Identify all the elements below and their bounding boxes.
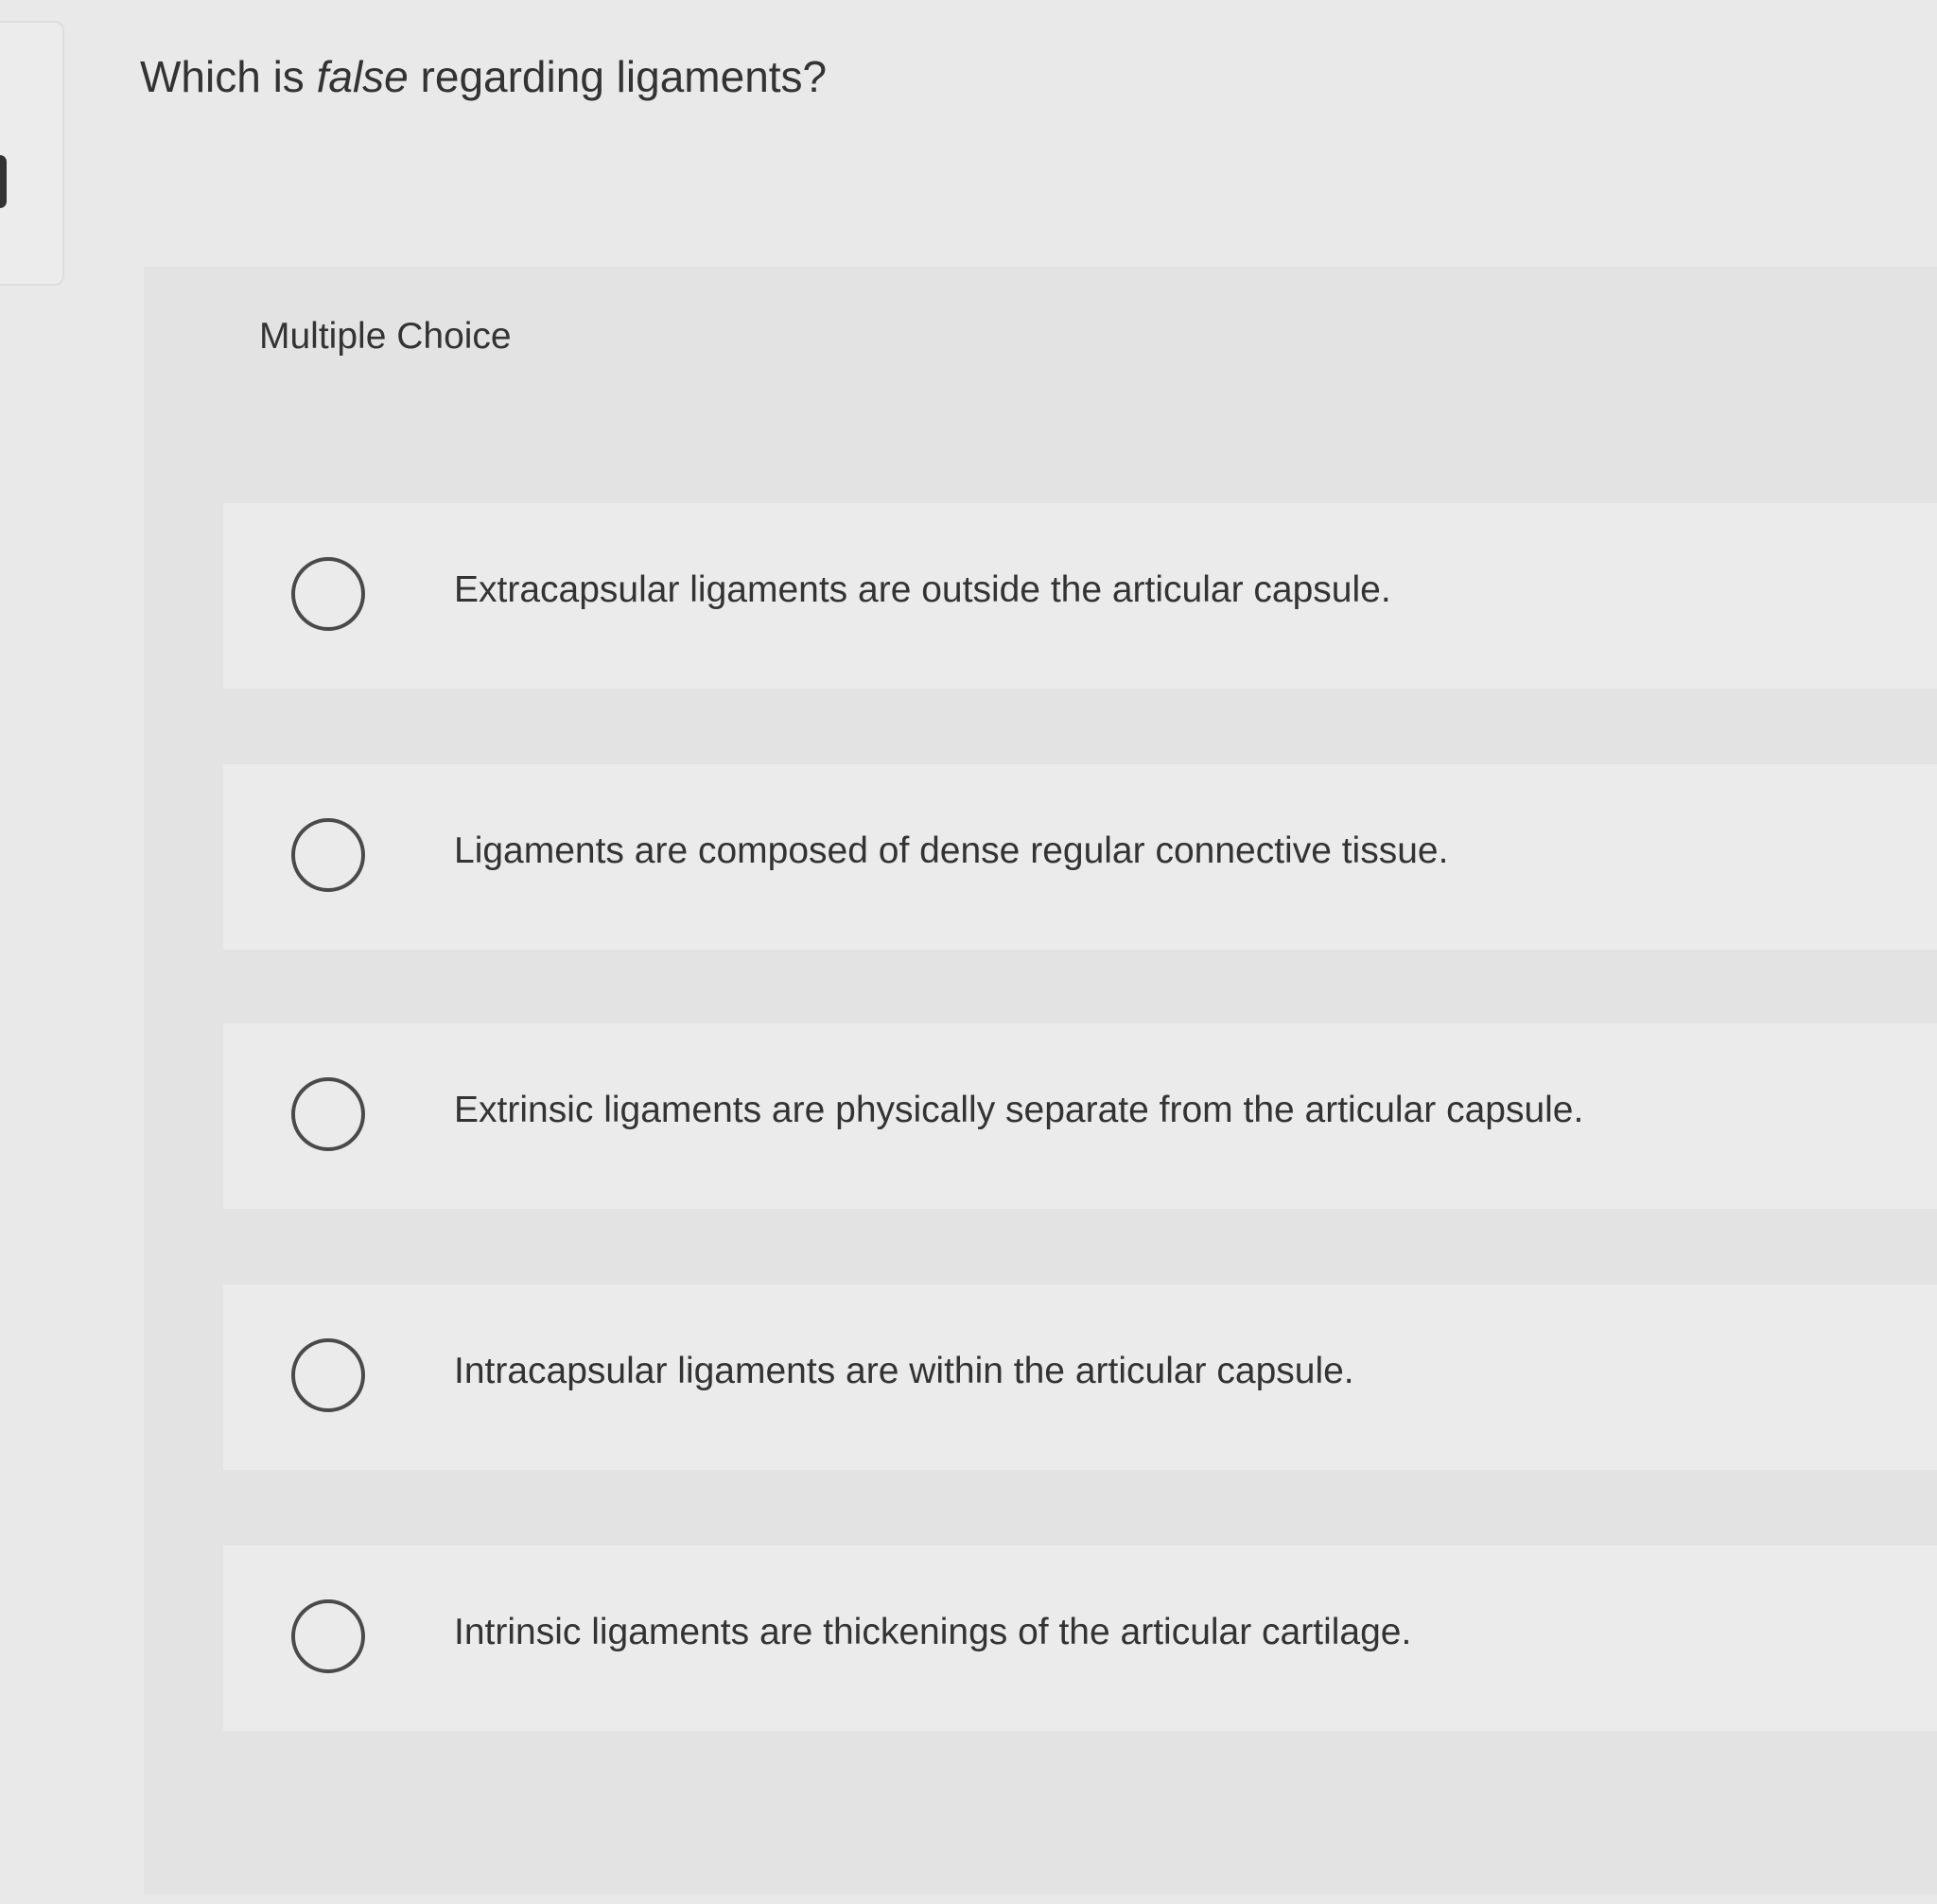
question-prefix: Which is	[140, 52, 317, 101]
side-navigation-tab[interactable]	[0, 21, 64, 286]
radio-button[interactable]	[291, 1077, 365, 1151]
answer-option-4[interactable]: Intracapsular ligaments are within the a…	[223, 1284, 1937, 1470]
answer-option-2[interactable]: Ligaments are composed of dense regular …	[223, 764, 1937, 950]
radio-button[interactable]	[291, 818, 365, 892]
answer-option-text: Extracapsular ligaments are outside the …	[454, 569, 1391, 610]
question-suffix: regarding ligaments?	[408, 52, 828, 101]
question-text: Which is false regarding ligaments?	[140, 51, 827, 102]
multiple-choice-label: Multiple Choice	[259, 316, 512, 357]
answer-option-1[interactable]: Extracapsular ligaments are outside the …	[223, 503, 1937, 689]
multiple-choice-panel: Multiple Choice Extracapsular ligaments …	[144, 267, 1937, 1894]
radio-button[interactable]	[291, 1338, 365, 1412]
answer-option-text: Intrinsic ligaments are thickenings of t…	[454, 1612, 1412, 1652]
answer-option-text: Ligaments are composed of dense regular …	[454, 830, 1449, 871]
radio-button[interactable]	[291, 1599, 365, 1673]
radio-button[interactable]	[291, 557, 365, 631]
side-tab-indicator	[0, 155, 7, 208]
answer-option-5[interactable]: Intrinsic ligaments are thickenings of t…	[223, 1546, 1937, 1731]
answer-option-text: Intracapsular ligaments are within the a…	[454, 1351, 1354, 1391]
answer-option-text: Extrinsic ligaments are physically separ…	[454, 1090, 1584, 1130]
question-emphasis: false	[316, 52, 409, 101]
answer-option-3[interactable]: Extrinsic ligaments are physically separ…	[223, 1023, 1937, 1209]
